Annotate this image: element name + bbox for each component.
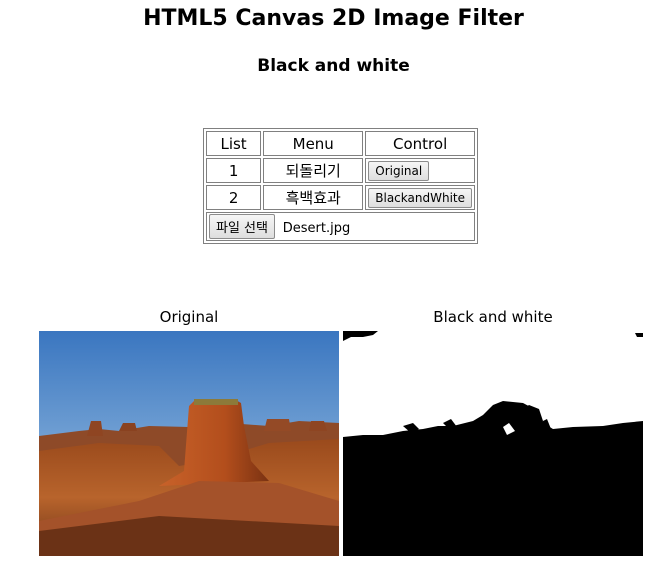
header-control: Control [365,131,475,156]
file-select-button[interactable]: 파일 선택 [209,214,275,239]
black-and-white-image [343,331,643,556]
file-name: Desert.jpg [282,221,351,236]
page-subtitle: Black and white [257,56,410,76]
file-input-cell: 파일 선택 Desert.jpg [206,212,475,241]
row-menu: 되돌리기 [263,158,364,183]
row-control: Original [365,158,475,183]
header-list: List [206,131,262,156]
filtered-caption: Black and white [433,308,553,326]
table-row: 1 되돌리기 Original [206,158,475,183]
row-control: BlackandWhite [365,185,475,210]
table-header-row: List Menu Control [206,131,475,156]
page-title: HTML5 Canvas 2D Image Filter [143,6,524,31]
row-number: 1 [206,158,262,183]
table-row: 2 흑백효과 BlackandWhite [206,185,475,210]
row-number: 2 [206,185,262,210]
original-image [39,331,339,556]
header-menu: Menu [263,131,364,156]
file-row: 파일 선택 Desert.jpg [206,212,475,241]
original-caption: Original [159,308,219,326]
original-button[interactable]: Original [368,160,430,181]
black-and-white-button[interactable]: BlackandWhite [368,187,472,208]
control-table: List Menu Control 1 되돌리기 Original 2 흑백효과… [203,128,478,244]
row-menu: 흑백효과 [263,185,364,210]
